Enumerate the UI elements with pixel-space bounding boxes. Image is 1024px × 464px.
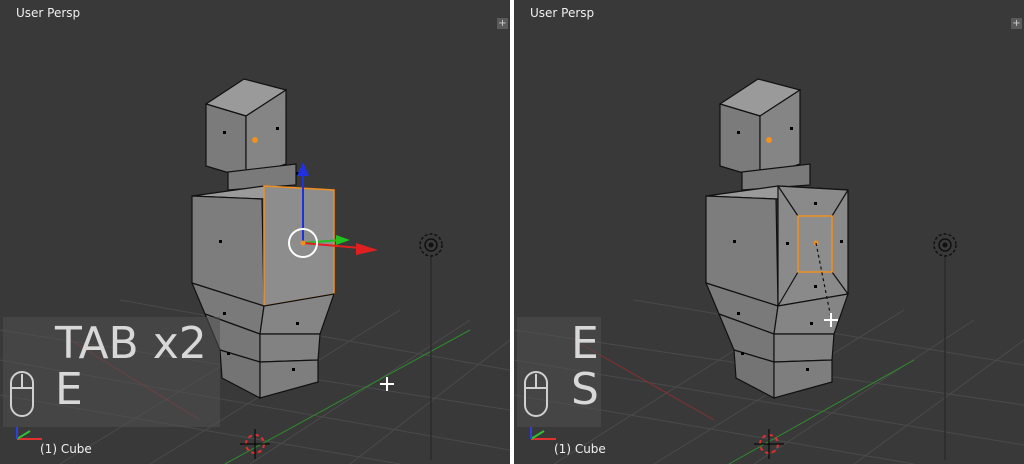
- lamp-icon[interactable]: [933, 233, 957, 460]
- key-overlay: E S: [517, 317, 601, 427]
- viewport-right[interactable]: User Persp + E S (1) Cube: [514, 0, 1024, 464]
- object-label: (1) Cube: [40, 442, 92, 456]
- view-title: User Persp: [530, 6, 595, 20]
- mesh-torso[interactable]: [191, 185, 335, 307]
- 3d-cursor-icon[interactable]: [754, 429, 784, 459]
- mesh-head[interactable]: [718, 78, 802, 179]
- origin-dot: [766, 137, 772, 143]
- axis-widget-icon: [530, 427, 556, 440]
- key-overlay-text: TAB x2 E: [55, 318, 207, 415]
- axis-widget-icon: [16, 427, 42, 440]
- origin-dot: [252, 137, 258, 143]
- mesh-head[interactable]: [204, 78, 288, 179]
- mouse-cursor-icon: [380, 377, 394, 391]
- viewport-options-icon[interactable]: +: [1011, 18, 1022, 29]
- object-label: (1) Cube: [554, 442, 606, 456]
- 3d-cursor-icon[interactable]: [240, 429, 270, 459]
- mesh-torso[interactable]: [705, 185, 849, 307]
- viewport-options-icon[interactable]: +: [497, 18, 508, 29]
- key-overlay: TAB x2 E: [3, 317, 220, 427]
- viewport-left[interactable]: User Persp + TAB x2 E (1) Cube: [0, 0, 510, 464]
- mouse-icon: [524, 371, 548, 417]
- view-title: User Persp: [16, 6, 81, 20]
- key-overlay-text: E S: [571, 318, 599, 415]
- mouse-icon: [10, 371, 34, 417]
